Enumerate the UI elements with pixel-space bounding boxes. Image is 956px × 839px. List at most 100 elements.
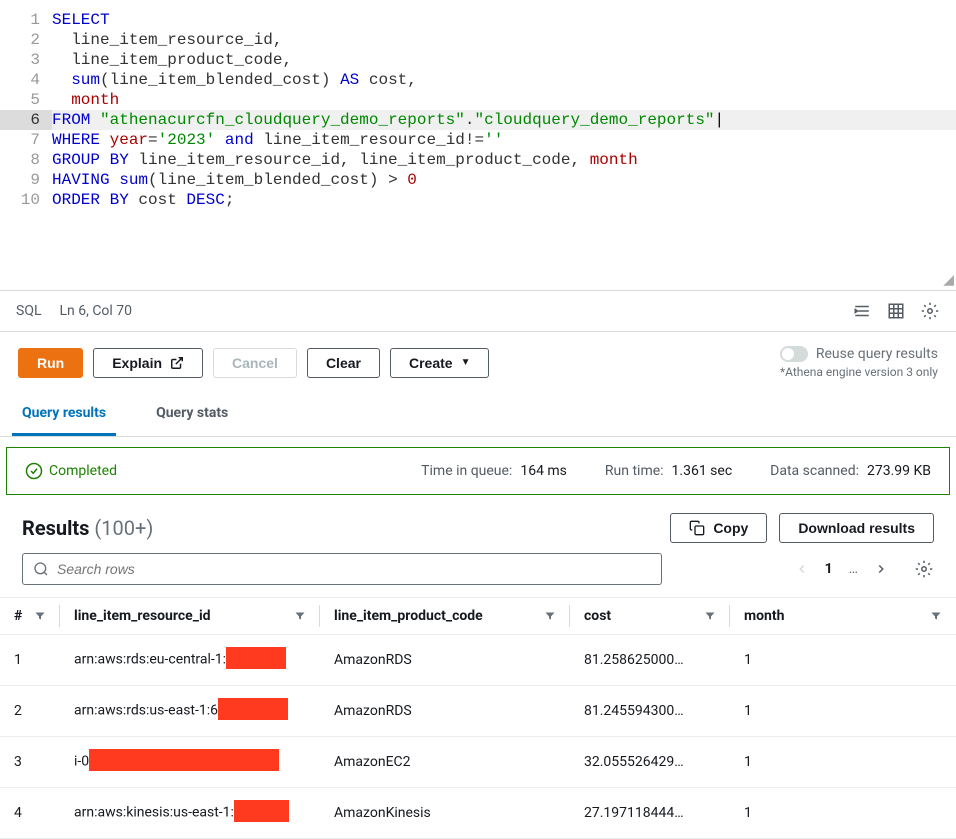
cell-cost: 32.055526429… — [570, 737, 730, 788]
editor-status-bar: SQL Ln 6, Col 70 — [0, 290, 956, 331]
code-line[interactable]: ORDER BY cost DESC; — [52, 190, 956, 210]
data-scanned-label: Data scanned: — [770, 463, 859, 479]
redacted-block — [234, 800, 289, 822]
cell-resource-id: i-0 — [60, 737, 320, 788]
results-count: (100+) — [94, 516, 153, 540]
table-settings-icon[interactable] — [914, 559, 934, 579]
cell-cost: 81.245594300… — [570, 686, 730, 737]
external-link-icon — [170, 356, 184, 370]
table-row[interactable]: 2arn:aws:rds:us-east-1:6AmazonRDS81.2455… — [0, 686, 956, 737]
cell-resource-id: arn:aws:rds:eu-central-1: — [60, 635, 320, 686]
column-header[interactable]: cost — [570, 598, 730, 635]
filter-icon[interactable] — [294, 610, 306, 622]
resize-handle-icon[interactable]: ◢ — [943, 272, 954, 288]
explain-button[interactable]: Explain — [93, 348, 203, 378]
code-line[interactable]: WHERE year='2023' and line_item_resource… — [52, 130, 956, 150]
code-line[interactable]: FROM "athenacurcfn_cloudquery_demo_repor… — [52, 110, 956, 130]
reuse-results-toggle[interactable] — [780, 346, 808, 362]
copy-button[interactable]: Copy — [670, 513, 767, 543]
cell-month: 1 — [730, 788, 956, 839]
search-input[interactable] — [57, 561, 651, 577]
results-table: #line_item_resource_idline_item_product_… — [0, 597, 956, 839]
download-results-button[interactable]: Download results — [779, 513, 934, 543]
results-title: Results (100+) — [22, 516, 153, 540]
create-label: Create — [409, 355, 453, 371]
cell-product-code: AmazonEC2 — [320, 737, 570, 788]
line-number: 9 — [0, 170, 40, 190]
results-tabs: Query results Query stats — [0, 393, 956, 437]
filter-icon[interactable] — [34, 610, 46, 622]
query-toolbar: Run Explain Cancel Clear Create ▼ Reuse … — [0, 331, 956, 393]
code-line[interactable]: line_item_product_code, — [52, 50, 956, 70]
completion-status: Completed — [49, 463, 117, 479]
code-area[interactable]: SELECT line_item_resource_id, line_item_… — [52, 0, 956, 290]
cell-cost: 81.258625000… — [570, 635, 730, 686]
search-rows-box[interactable] — [22, 553, 662, 585]
redacted-block — [226, 647, 286, 669]
line-number: 7 — [0, 130, 40, 150]
chevron-down-icon: ▼ — [461, 357, 471, 368]
grid-icon[interactable] — [886, 301, 906, 321]
page-number: 1 — [825, 561, 833, 577]
redacted-block — [89, 749, 279, 771]
cell-product-code: AmazonRDS — [320, 686, 570, 737]
explain-label: Explain — [112, 355, 162, 371]
copy-icon — [689, 520, 705, 536]
search-icon — [33, 561, 49, 577]
code-line[interactable]: month — [52, 90, 956, 110]
line-number: 2 — [0, 30, 40, 50]
next-page-icon[interactable] — [874, 562, 888, 576]
sql-editor[interactable]: 12345678910 SELECT line_item_resource_id… — [0, 0, 956, 290]
column-header[interactable]: # — [0, 598, 60, 635]
completion-status-bar: Completed Time in queue:164 ms Run time:… — [6, 447, 950, 495]
line-number: 1 — [0, 10, 40, 30]
cell-resource-id: arn:aws:kinesis:us-east-1: — [60, 788, 320, 839]
tab-query-results[interactable]: Query results — [12, 393, 116, 436]
code-line[interactable]: GROUP BY line_item_resource_id, line_ite… — [52, 150, 956, 170]
column-header[interactable]: line_item_product_code — [320, 598, 570, 635]
run-button[interactable]: Run — [18, 348, 83, 378]
filter-icon[interactable] — [704, 610, 716, 622]
create-button[interactable]: Create ▼ — [390, 348, 490, 378]
cancel-button: Cancel — [213, 348, 297, 378]
row-number: 1 — [0, 635, 60, 686]
code-line[interactable]: SELECT — [52, 10, 956, 30]
redacted-block — [218, 698, 288, 720]
cell-month: 1 — [730, 686, 956, 737]
cell-cost: 27.197118444… — [570, 788, 730, 839]
line-number: 4 — [0, 70, 40, 90]
queue-time-value: 164 ms — [520, 463, 567, 479]
cell-product-code: AmazonKinesis — [320, 788, 570, 839]
clear-button[interactable]: Clear — [307, 348, 380, 378]
language-label: SQL — [16, 303, 41, 319]
column-header[interactable]: line_item_resource_id — [60, 598, 320, 635]
cell-month: 1 — [730, 635, 956, 686]
column-header[interactable]: month — [730, 598, 956, 635]
format-icon[interactable] — [852, 301, 872, 321]
filter-icon[interactable] — [544, 610, 556, 622]
run-time-value: 1.361 sec — [672, 463, 733, 479]
row-number: 4 — [0, 788, 60, 839]
tab-query-stats[interactable]: Query stats — [146, 393, 238, 436]
cursor-position: Ln 6, Col 70 — [59, 303, 132, 319]
code-line[interactable]: HAVING sum(line_item_blended_cost) > 0 — [52, 170, 956, 190]
line-number: 3 — [0, 50, 40, 70]
settings-icon[interactable] — [920, 301, 940, 321]
code-line[interactable]: line_item_resource_id, — [52, 30, 956, 50]
pagination: 1 … — [795, 559, 934, 579]
code-line[interactable]: sum(line_item_blended_cost) AS cost, — [52, 70, 956, 90]
line-number: 6 — [0, 110, 52, 130]
table-row[interactable]: 1arn:aws:rds:eu-central-1:AmazonRDS81.25… — [0, 635, 956, 686]
table-row[interactable]: 4arn:aws:kinesis:us-east-1:AmazonKinesis… — [0, 788, 956, 839]
table-row[interactable]: 3i-0AmazonEC232.055526429…1 — [0, 737, 956, 788]
cell-resource-id: arn:aws:rds:us-east-1:6 — [60, 686, 320, 737]
prev-page-icon — [795, 562, 809, 576]
cell-month: 1 — [730, 737, 956, 788]
line-gutter: 12345678910 — [0, 0, 52, 290]
results-header: Results (100+) Copy Download results — [0, 495, 956, 553]
check-circle-icon — [25, 462, 43, 480]
row-number: 2 — [0, 686, 60, 737]
queue-time-label: Time in queue: — [421, 463, 512, 479]
filter-icon[interactable] — [930, 610, 942, 622]
line-number: 8 — [0, 150, 40, 170]
